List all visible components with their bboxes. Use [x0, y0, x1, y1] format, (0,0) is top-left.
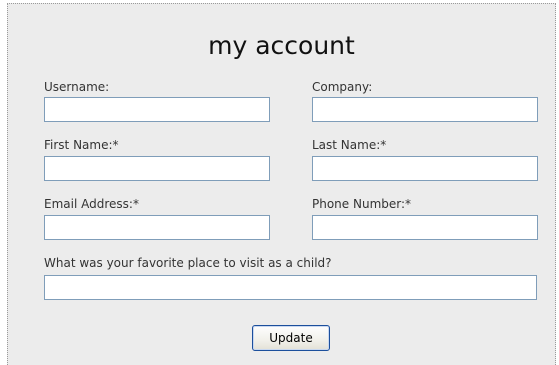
phone-field[interactable]: [312, 215, 538, 240]
page-title: my account: [208, 31, 355, 60]
update-button[interactable]: Update: [252, 325, 330, 351]
last-name-field[interactable]: [312, 156, 538, 181]
first-name-label: First Name:*: [44, 138, 119, 152]
phone-label: Phone Number:*: [312, 197, 412, 211]
email-field[interactable]: [44, 215, 270, 240]
last-name-label: Last Name:*: [312, 138, 387, 152]
company-field[interactable]: [312, 97, 538, 122]
company-label: Company:: [312, 80, 373, 94]
account-form-panel: my account Username: Company: First Name…: [7, 3, 556, 365]
security-question-label: What was your favorite place to visit as…: [44, 256, 332, 270]
username-field[interactable]: [44, 97, 270, 122]
first-name-field[interactable]: [44, 156, 270, 181]
security-answer-field[interactable]: [44, 275, 537, 300]
username-label: Username:: [44, 80, 110, 94]
email-label: Email Address:*: [44, 197, 139, 211]
